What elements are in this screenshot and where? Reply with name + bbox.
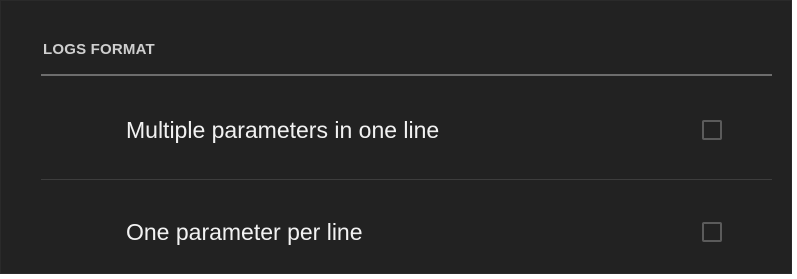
row-divider [41,179,772,180]
option-multiple-parameters-in-one-line[interactable]: Multiple parameters in one line [41,82,772,178]
settings-panel: LOGS FORMAT Multiple parameters in one l… [0,0,792,274]
section-header-logs-format: LOGS FORMAT [43,41,155,58]
option-one-parameter-per-line[interactable]: One parameter per line [41,184,772,279]
section-divider [41,74,772,76]
checkbox[interactable] [702,222,722,242]
screen: LOGS FORMAT Multiple parameters in one l… [0,0,797,279]
clipped-previous-content [41,1,261,7]
option-label: One parameter per line [126,219,363,245]
checkbox[interactable] [702,120,722,140]
option-label: Multiple parameters in one line [126,117,440,143]
